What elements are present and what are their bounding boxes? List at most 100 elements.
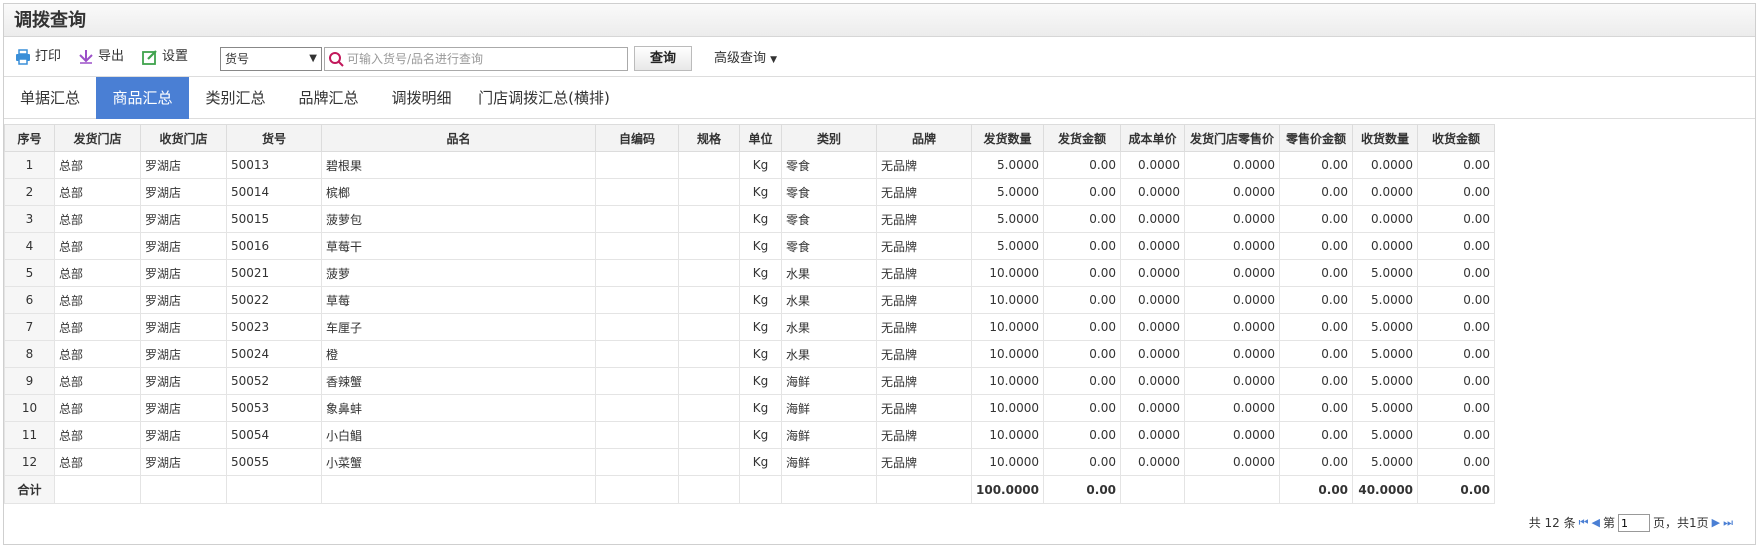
table-cell: 0.0000 — [1184, 178, 1281, 206]
tab-4[interactable]: 品牌汇总 — [282, 77, 375, 119]
table-cell: 10.0000 — [970, 367, 1045, 395]
table-cell: 5.0000 — [970, 178, 1045, 206]
table-cell: 50022 — [226, 286, 322, 314]
table-cell: 10.0000 — [970, 394, 1045, 422]
table-cell: 3 — [4, 205, 55, 233]
table-row[interactable]: 2 总部 罗湖店 50014 槟榔 Kg 零食 无品牌 5.0000 0.00 0.0000 0.00… — [4, 178, 1496, 206]
total-cell — [1184, 475, 1281, 504]
table-cell: 0.0000 — [1120, 286, 1186, 314]
table-cell — [678, 313, 740, 341]
column-header[interactable]: 收货金额 — [1417, 124, 1496, 152]
column-header[interactable]: 品名 — [321, 124, 596, 152]
table-cell: 罗湖店 — [140, 151, 227, 179]
table-cell: 0.00 — [1043, 151, 1122, 179]
table-row[interactable]: 6 总部 罗湖店 50022 草莓 Kg 水果 无品牌 10.0000 0.00 0.0000 0.0… — [4, 286, 1496, 314]
table-cell — [595, 313, 679, 341]
column-header[interactable]: 单位 — [739, 124, 782, 152]
last-page-icon[interactable]: ⏭ — [1723, 513, 1733, 533]
table-row[interactable]: 7 总部 罗湖店 50023 车厘子 Kg 水果 无品牌 10.0000 0.00 0.0000 0.… — [4, 313, 1496, 341]
page-number-input[interactable] — [1617, 514, 1650, 532]
table-cell — [678, 394, 740, 422]
total-cell — [54, 475, 141, 504]
query-button[interactable]: 查询 — [634, 46, 692, 71]
table-row[interactable]: 12 总部 罗湖店 50055 小菜蟹 Kg 海鲜 无品牌 10.0000 0.00 0.0000 0… — [4, 448, 1496, 476]
search-input[interactable] — [347, 49, 623, 69]
table-cell: 总部 — [54, 178, 141, 206]
table-cell: 0.00 — [1043, 394, 1122, 422]
column-header[interactable]: 收货门店 — [140, 124, 227, 152]
table-row[interactable]: 11 总部 罗湖店 50054 小白鲳 Kg 海鲜 无品牌 10.0000 0.00 0.0000 0… — [4, 421, 1496, 449]
table-cell: 罗湖店 — [140, 232, 227, 260]
table-cell: 0.00 — [1043, 286, 1122, 314]
tab-2[interactable]: 商品汇总 — [96, 77, 189, 119]
table-cell: 50016 — [226, 232, 322, 260]
table-cell: 4 — [4, 232, 55, 260]
tab-3[interactable]: 类别汇总 — [189, 77, 282, 119]
table-cell: 0.00 — [1043, 340, 1122, 368]
table-cell: 罗湖店 — [140, 205, 227, 233]
search-icon — [328, 51, 344, 70]
column-header[interactable]: 类别 — [781, 124, 877, 152]
table-cell: 0.00 — [1279, 421, 1354, 449]
export-button[interactable]: 导出 — [78, 45, 124, 69]
table-row[interactable]: 5 总部 罗湖店 50021 菠萝 Kg 水果 无品牌 10.0000 0.00 0.0000 0.0… — [4, 259, 1496, 287]
tab-5[interactable]: 调拨明细 — [375, 77, 468, 119]
table-cell: 9 — [4, 367, 55, 395]
settings-label: 设置 — [162, 49, 189, 64]
table-cell: 无品牌 — [876, 448, 972, 476]
table-cell: 0.00 — [1417, 232, 1496, 260]
table-cell: 5.0000 — [1352, 340, 1419, 368]
column-header[interactable]: 自编码 — [595, 124, 679, 152]
column-header[interactable]: 零售价金额 — [1279, 124, 1354, 152]
column-header[interactable]: 发货金额 — [1043, 124, 1122, 152]
column-header[interactable]: 货号 — [226, 124, 322, 152]
search-field-select[interactable]: 货号 ▼ — [220, 47, 322, 71]
table-cell: 罗湖店 — [140, 394, 227, 422]
table-cell: 0.00 — [1417, 448, 1496, 476]
table-cell: 0.0000 — [1184, 205, 1281, 233]
table-cell: 0.00 — [1417, 151, 1496, 179]
first-page-icon[interactable]: ⏮ — [1579, 513, 1589, 533]
table-cell: 0.0000 — [1184, 448, 1281, 476]
column-header[interactable]: 品牌 — [876, 124, 972, 152]
print-button[interactable]: 打印 — [15, 45, 61, 69]
table-cell: 0.00 — [1417, 394, 1496, 422]
table-cell: 50013 — [226, 151, 322, 179]
table-cell: 无品牌 — [876, 232, 972, 260]
prev-page-icon[interactable]: ◀ — [1592, 513, 1600, 533]
table-cell — [678, 448, 740, 476]
column-header[interactable]: 发货门店 — [54, 124, 141, 152]
table-cell: 10 — [4, 394, 55, 422]
table-cell: 6 — [4, 286, 55, 314]
table-row[interactable]: 9 总部 罗湖店 50052 香辣蟹 Kg 海鲜 无品牌 10.0000 0.00 0.0000 0.… — [4, 367, 1496, 395]
table-row[interactable]: 8 总部 罗湖店 50024 橙 Kg 水果 无品牌 10.0000 0.00 0.0000 0.00… — [4, 340, 1496, 368]
column-header[interactable]: 规格 — [678, 124, 740, 152]
table-row[interactable]: 4 总部 罗湖店 50016 草莓干 Kg 零食 无品牌 5.0000 0.00 0.0000 0.0… — [4, 232, 1496, 260]
toolbar: 打印 导出 设置 货号 ▼ 查询 高级查询 ▼ — [4, 37, 1755, 77]
next-page-icon[interactable]: ▶ — [1712, 513, 1720, 533]
advanced-query-button[interactable]: 高级查询 ▼ — [714, 46, 777, 71]
tab-1[interactable]: 单据汇总 — [4, 77, 96, 119]
table-cell: 5.0000 — [970, 205, 1045, 233]
settings-button[interactable]: 设置 — [142, 45, 188, 69]
table-row[interactable]: 3 总部 罗湖店 50015 菠萝包 Kg 零食 无品牌 5.0000 0.00 0.0000 0.0… — [4, 205, 1496, 233]
table-cell: 10.0000 — [970, 286, 1045, 314]
column-header[interactable]: 发货数量 — [970, 124, 1045, 152]
pagination: 共 12 条 ⏮ ◀ 第 页，共1页 ▶ ⏭ — [1529, 513, 1733, 533]
column-header[interactable]: 成本单价 — [1120, 124, 1186, 152]
table-cell: 总部 — [54, 394, 141, 422]
page-title: 调拨查询 — [4, 4, 1755, 37]
total-cell — [678, 475, 740, 504]
table-cell: 车厘子 — [321, 313, 596, 341]
table-cell — [595, 205, 679, 233]
table-cell: Kg — [739, 313, 782, 341]
column-header[interactable]: 序号 — [4, 124, 55, 152]
table-row[interactable]: 1 总部 罗湖店 50013 碧根果 Kg 零食 无品牌 5.0000 0.00 0.0000 0.0… — [4, 151, 1496, 179]
column-header[interactable]: 发货门店零售价 — [1184, 124, 1281, 152]
table-row[interactable]: 10 总部 罗湖店 50053 象鼻蚌 Kg 海鲜 无品牌 10.0000 0.00 0.0000 0… — [4, 394, 1496, 422]
table-cell: Kg — [739, 205, 782, 233]
column-header[interactable]: 收货数量 — [1352, 124, 1419, 152]
tab-6[interactable]: 门店调拨汇总(横排) — [468, 77, 620, 119]
table-cell: 无品牌 — [876, 286, 972, 314]
table-cell: 罗湖店 — [140, 448, 227, 476]
